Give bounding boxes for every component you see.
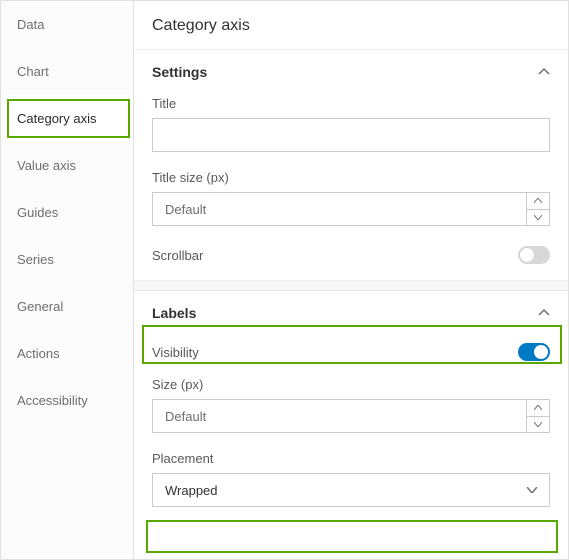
sidebar-item-category-axis[interactable]: Category axis — [1, 95, 133, 142]
title-field: Title — [134, 90, 568, 164]
title-input[interactable] — [152, 118, 550, 152]
title-size-input[interactable]: Default — [152, 192, 526, 226]
sidebar-item-label: General — [17, 299, 63, 314]
scrollbar-toggle[interactable] — [518, 246, 550, 264]
stepper-up-icon[interactable] — [527, 400, 549, 417]
sidebar-item-data[interactable]: Data — [1, 1, 133, 48]
stepper-up-icon[interactable] — [527, 193, 549, 210]
title-size-label: Title size (px) — [152, 170, 550, 185]
sidebar-item-guides[interactable]: Guides — [1, 189, 133, 236]
labels-size-input[interactable]: Default — [152, 399, 526, 433]
sidebar-item-label: Data — [17, 17, 44, 32]
sidebar-item-label: Series — [17, 252, 54, 267]
main-content: Category axis Settings Title Title size … — [134, 1, 568, 559]
settings-header-label: Settings — [152, 64, 207, 80]
settings-header[interactable]: Settings — [134, 50, 568, 90]
sidebar-item-actions[interactable]: Actions — [1, 330, 133, 377]
visibility-label: Visibility — [152, 345, 199, 360]
labels-header-label: Labels — [152, 305, 196, 321]
placement-select[interactable]: Wrapped — [152, 473, 550, 507]
chevron-up-icon — [538, 66, 550, 78]
title-size-stepper — [526, 192, 550, 226]
scrollbar-row: Scrollbar — [134, 238, 568, 280]
toggle-knob — [534, 345, 548, 359]
sidebar: Data Chart Category axis Value axis Guid… — [1, 1, 134, 559]
title-label: Title — [152, 96, 550, 111]
labels-size-label: Size (px) — [152, 377, 550, 392]
sidebar-item-label: Guides — [17, 205, 58, 220]
placement-field: Placement Wrapped — [134, 445, 568, 513]
labels-size-field: Size (px) Default — [134, 371, 568, 445]
sidebar-item-label: Category axis — [17, 111, 96, 126]
sidebar-item-label: Value axis — [17, 158, 76, 173]
labels-size-stepper — [526, 399, 550, 433]
config-panel: Data Chart Category axis Value axis Guid… — [0, 0, 569, 560]
scrollbar-label: Scrollbar — [152, 248, 203, 263]
page-title: Category axis — [134, 1, 568, 50]
sidebar-item-chart[interactable]: Chart — [1, 48, 133, 95]
title-size-field: Title size (px) Default — [134, 164, 568, 238]
sidebar-item-accessibility[interactable]: Accessibility — [1, 377, 133, 424]
sidebar-item-label: Actions — [17, 346, 60, 361]
placement-value: Wrapped — [165, 483, 218, 498]
sidebar-item-general[interactable]: General — [1, 283, 133, 330]
labels-header[interactable]: Labels — [134, 290, 568, 333]
sidebar-item-label: Chart — [17, 64, 49, 79]
sidebar-item-label: Accessibility — [17, 393, 88, 408]
stepper-down-icon[interactable] — [527, 210, 549, 226]
toggle-knob — [520, 248, 534, 262]
section-divider — [134, 280, 568, 290]
visibility-row: Visibility — [134, 333, 568, 371]
sidebar-item-value-axis[interactable]: Value axis — [1, 142, 133, 189]
chevron-down-icon — [527, 487, 537, 493]
placement-label: Placement — [152, 451, 550, 466]
visibility-toggle[interactable] — [518, 343, 550, 361]
stepper-down-icon[interactable] — [527, 417, 549, 433]
sidebar-item-series[interactable]: Series — [1, 236, 133, 283]
chevron-up-icon — [538, 307, 550, 319]
